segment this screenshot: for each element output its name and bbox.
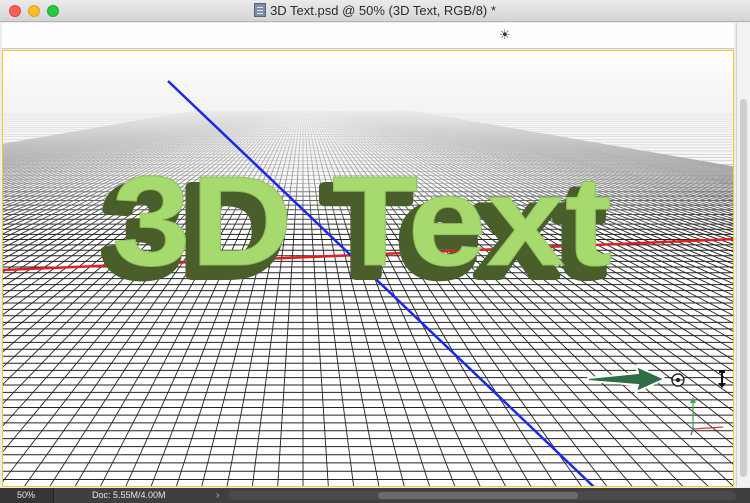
orbit-icon[interactable]	[671, 373, 685, 387]
3d-scene[interactable]: 3D Text 3D Text	[3, 51, 734, 487]
options-bar: ☀	[2, 23, 734, 49]
window-title: 3D Text.psd @ 50% (3D Text, RGB/8) *	[0, 3, 750, 18]
photoshop-document-window: 3D Text.psd @ 50% (3D Text, RGB/8) * ☀ 3…	[0, 0, 750, 503]
status-bar: 50% Doc: 5.55M/4.00M ›	[0, 488, 750, 503]
window-title-text: 3D Text.psd @ 50% (3D Text, RGB/8) *	[270, 3, 496, 18]
horizontal-scroll-thumb[interactable]	[378, 492, 578, 499]
vertical-scrollbar[interactable]	[736, 23, 750, 487]
zoom-level-field[interactable]: 50%	[0, 488, 54, 503]
3d-text-object[interactable]: 3D Text 3D Text	[98, 150, 613, 309]
sun-icon[interactable]: ☀	[499, 27, 511, 43]
3d-text-front-face: 3D Text	[112, 150, 612, 293]
psd-document-icon	[254, 3, 267, 17]
document-canvas[interactable]: 3D Text 3D Text	[2, 50, 734, 487]
status-menu-chevron-icon[interactable]: ›	[216, 488, 219, 503]
document-size-info: Doc: 5.55M/4.00M	[92, 490, 166, 500]
horizontal-scrollbar[interactable]	[228, 491, 736, 500]
title-bar[interactable]: 3D Text.psd @ 50% (3D Text, RGB/8) *	[0, 0, 750, 22]
vertical-scroll-thumb[interactable]	[740, 99, 747, 477]
